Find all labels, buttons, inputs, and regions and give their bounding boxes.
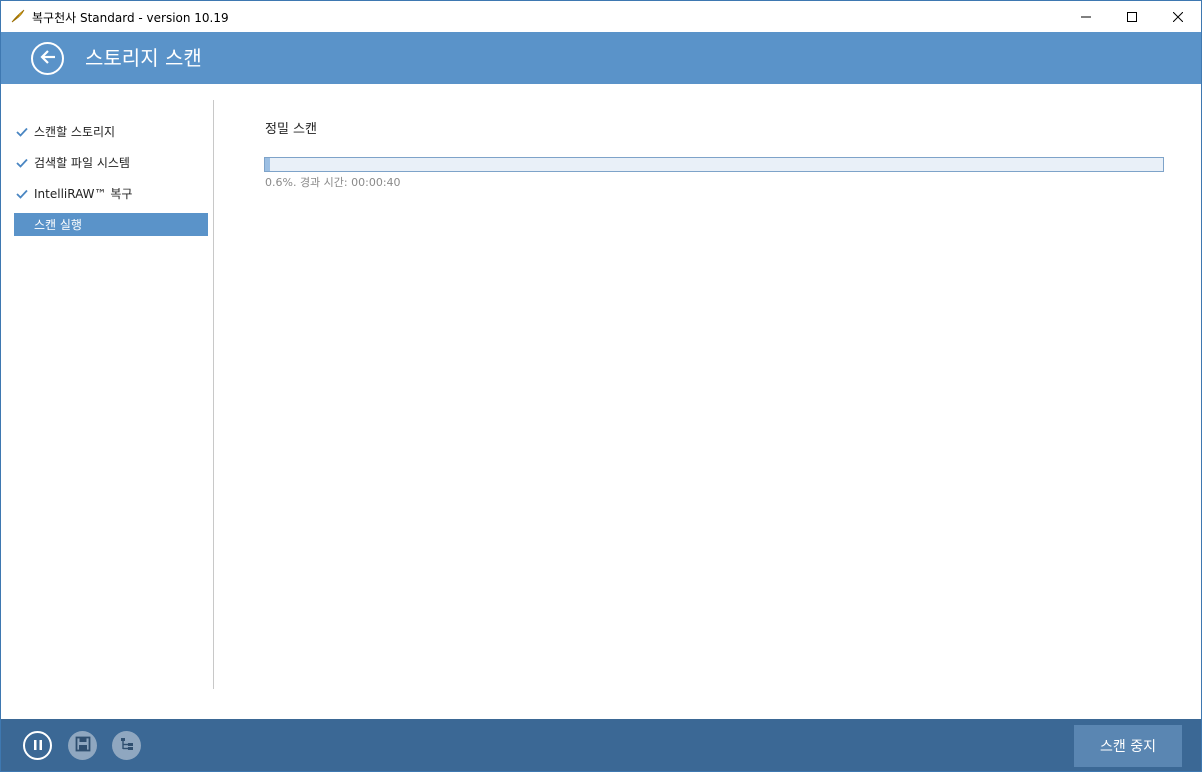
check-icon (16, 127, 32, 137)
page-header: 스토리지 스캔 (1, 32, 1201, 84)
step-label: IntelliRAW™ 복구 (34, 187, 133, 201)
step-intelliraw: IntelliRAW™ 복구 (14, 182, 208, 205)
sidebar-divider (213, 100, 214, 689)
minimize-button[interactable] (1063, 1, 1109, 32)
scan-progress-fill (265, 158, 271, 171)
page-title: 스토리지 스캔 (85, 46, 202, 70)
wizard-steps (1, 84, 213, 689)
bottom-toolbar: 스캔 중지 (1, 719, 1201, 771)
step-run-scan: 스캔 실행 (14, 213, 208, 236)
stop-scan-button[interactable]: 스캔 중지 (1074, 725, 1182, 767)
title-bar: 복구천사 Standard - version 10.19 (1, 1, 1201, 32)
pause-button[interactable] (23, 731, 52, 760)
maximize-button[interactable] (1109, 1, 1155, 32)
window-title: 복구천사 Standard - version 10.19 (32, 11, 229, 25)
scan-type-title: 정밀 스캔 (265, 122, 317, 137)
back-arrow-icon (39, 48, 57, 70)
pause-icon (32, 736, 44, 755)
step-label: 검색할 파일 시스템 (34, 156, 130, 170)
step-storage: 스캔할 스토리지 (14, 120, 208, 143)
check-icon (16, 189, 32, 199)
step-label: 스캔할 스토리지 (34, 125, 116, 139)
tree-view-icon (119, 736, 135, 756)
check-icon (16, 158, 32, 168)
progress-status: 0.6%. 경과 시간: 00:00:40 (265, 176, 401, 189)
tree-view-button[interactable] (112, 731, 141, 760)
angel-feather-icon (10, 8, 26, 24)
step-file-system: 검색할 파일 시스템 (14, 151, 208, 174)
back-button[interactable] (31, 42, 64, 75)
close-button[interactable] (1155, 1, 1201, 32)
save-disk-icon (75, 736, 91, 756)
scan-progress-bar (264, 157, 1164, 172)
save-scan-button[interactable] (68, 731, 97, 760)
step-label: 스캔 실행 (34, 218, 82, 232)
